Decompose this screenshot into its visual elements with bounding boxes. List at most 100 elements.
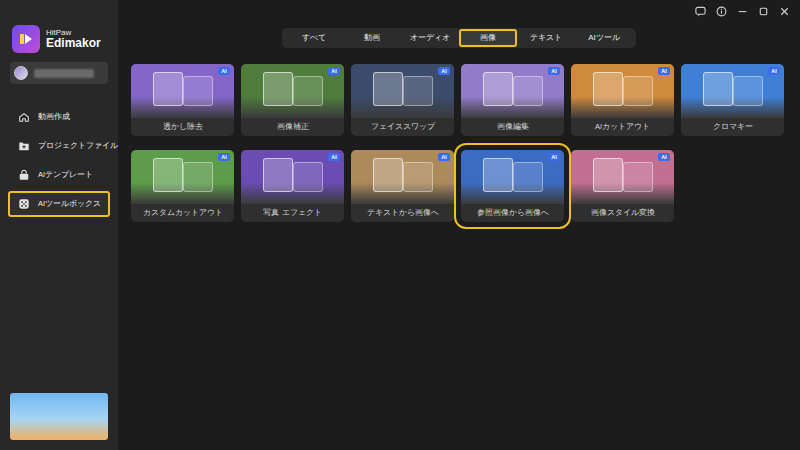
tool-label: 画像編集 [461,118,564,136]
category-tab[interactable]: すべて [285,29,343,47]
tab-label: 画像 [480,32,496,44]
thumbnail-picture [403,162,433,192]
thumbnail-picture [403,76,433,106]
ai-badge: AI [218,153,230,161]
tool-label: 参照画像から画像へ [461,204,564,222]
feedback-icon[interactable] [695,6,706,17]
thumbnail-picture [483,72,513,106]
tool-card[interactable]: AI参照画像から画像へ [461,150,564,222]
tool-card[interactable]: AI画像補正 [241,64,344,136]
thumbnail-picture [623,162,653,192]
tool-card[interactable]: AI 画像スタイル変換 [571,150,674,222]
tool-thumbnail: AI [351,150,454,204]
ai-badge: AI [658,153,670,161]
thumbnail-picture [513,76,543,106]
tab-label: 動画 [364,32,380,44]
info-icon[interactable] [716,6,727,17]
tool-card[interactable]: AI クロマキー [681,64,784,136]
thumbnail-picture [373,158,403,192]
thumbnail-picture [263,158,293,192]
tool-card[interactable]: AI 写真 エフェクト [241,150,344,222]
tool-thumbnail: AI [241,64,344,118]
tab-label: オーディオ [410,32,450,44]
brand-name: HitPaw [46,29,101,37]
thumbnail-picture [513,162,543,192]
ai-badge: AI [328,153,340,161]
category-tab[interactable]: テキスト [517,29,575,47]
sidebar-item[interactable]: 動画作成 [8,104,110,130]
thumbnail-picture [593,72,623,106]
toolbox-icon [18,198,30,210]
tool-label: クロマキー [681,118,784,136]
tool-thumbnail: AI [241,150,344,204]
vlog-banner[interactable] [10,393,108,440]
category-tabs: すべて 動画 オーディオ 画像 テキスト AIツール [282,28,636,48]
tool-label: 画像スタイル変換 [571,204,674,222]
ai-badge: AI [768,67,780,75]
logo-icon [12,25,40,53]
tool-card[interactable]: AIAIカットアウト [571,64,674,136]
thumbnail-picture [293,76,323,106]
tool-label: 写真 エフェクト [241,204,344,222]
tool-label: カスタムカットアウト [131,204,234,222]
avatar-icon [14,66,28,80]
thumbnail-picture [293,162,323,192]
sidebar-label: プロジェクトファイル [38,140,118,151]
user-account[interactable] [10,62,108,84]
thumbnail-picture [153,158,183,192]
tool-card[interactable]: AI 画像編集 [461,64,564,136]
tool-thumbnail: AI [681,64,784,118]
thumbnail-picture [183,76,213,106]
ai-badge: AI [658,67,670,75]
tool-card[interactable]: AI カスタムカットアウト [131,150,234,222]
tab-label: テキスト [530,32,562,44]
template-lock-icon [18,169,30,181]
sidebar-label: AIツールボックス [38,198,101,209]
tool-grid: AI透かし除去AI画像補正AIフェイススワップAI画像編集AIAIカットアウトA… [118,64,800,222]
tool-label: フェイススワップ [351,118,454,136]
sidebar: HitPaw Edimakor 動画作成プロジェクトファイルAIテンプレートAI… [0,0,118,450]
thumbnail-picture [703,72,733,106]
tool-label: テキストから画像へ [351,204,454,222]
tool-label: 透かし除去 [131,118,234,136]
maximize-icon[interactable] [758,6,769,17]
folder-plus-icon [18,140,30,152]
category-tab[interactable]: 画像 [459,29,517,47]
tab-label: AIツール [588,32,620,44]
tool-thumbnail: AI [461,64,564,118]
thumbnail-picture [623,76,653,106]
tool-thumbnail: AI [351,64,454,118]
tool-thumbnail: AI [571,64,674,118]
title-bar [118,0,800,20]
ai-badge: AI [548,67,560,75]
thumbnail-picture [483,158,513,192]
thumbnail-picture [263,72,293,106]
tool-card[interactable]: AIテキストから画像へ [351,150,454,222]
category-tab[interactable]: 動画 [343,29,401,47]
home-icon [18,111,30,123]
thumbnail-picture [153,72,183,106]
thumbnail-picture [733,76,763,106]
sidebar-item[interactable]: AIテンプレート [8,162,110,188]
sidebar-item[interactable]: AIツールボックス [8,191,110,217]
close-icon[interactable] [779,6,790,17]
category-tab[interactable]: オーディオ [401,29,459,47]
sidebar-label: AIテンプレート [38,169,93,180]
thumbnail-picture [373,72,403,106]
tool-thumbnail: AI [131,150,234,204]
tool-thumbnail: AI [571,150,674,204]
sidebar-item[interactable]: プロジェクトファイル [8,133,110,159]
category-tab[interactable]: AIツール [575,29,633,47]
tool-card[interactable]: AI フェイススワップ [351,64,454,136]
thumbnail-picture [593,158,623,192]
ai-badge: AI [438,67,450,75]
tab-label: すべて [302,32,326,44]
tool-thumbnail: AI [131,64,234,118]
tool-card[interactable]: AI透かし除去 [131,64,234,136]
thumbnail-picture [183,162,213,192]
sidebar-nav: 動画作成プロジェクトファイル AIテンプレート AIツールボックス [0,104,118,217]
main-area: すべて動画オーディオ画像テキストAIツール AI透かし除去AI画像補正AIフェイ… [118,0,800,450]
blurred-username [34,69,94,78]
minimize-icon[interactable] [737,6,748,17]
ai-badge: AI [328,67,340,75]
